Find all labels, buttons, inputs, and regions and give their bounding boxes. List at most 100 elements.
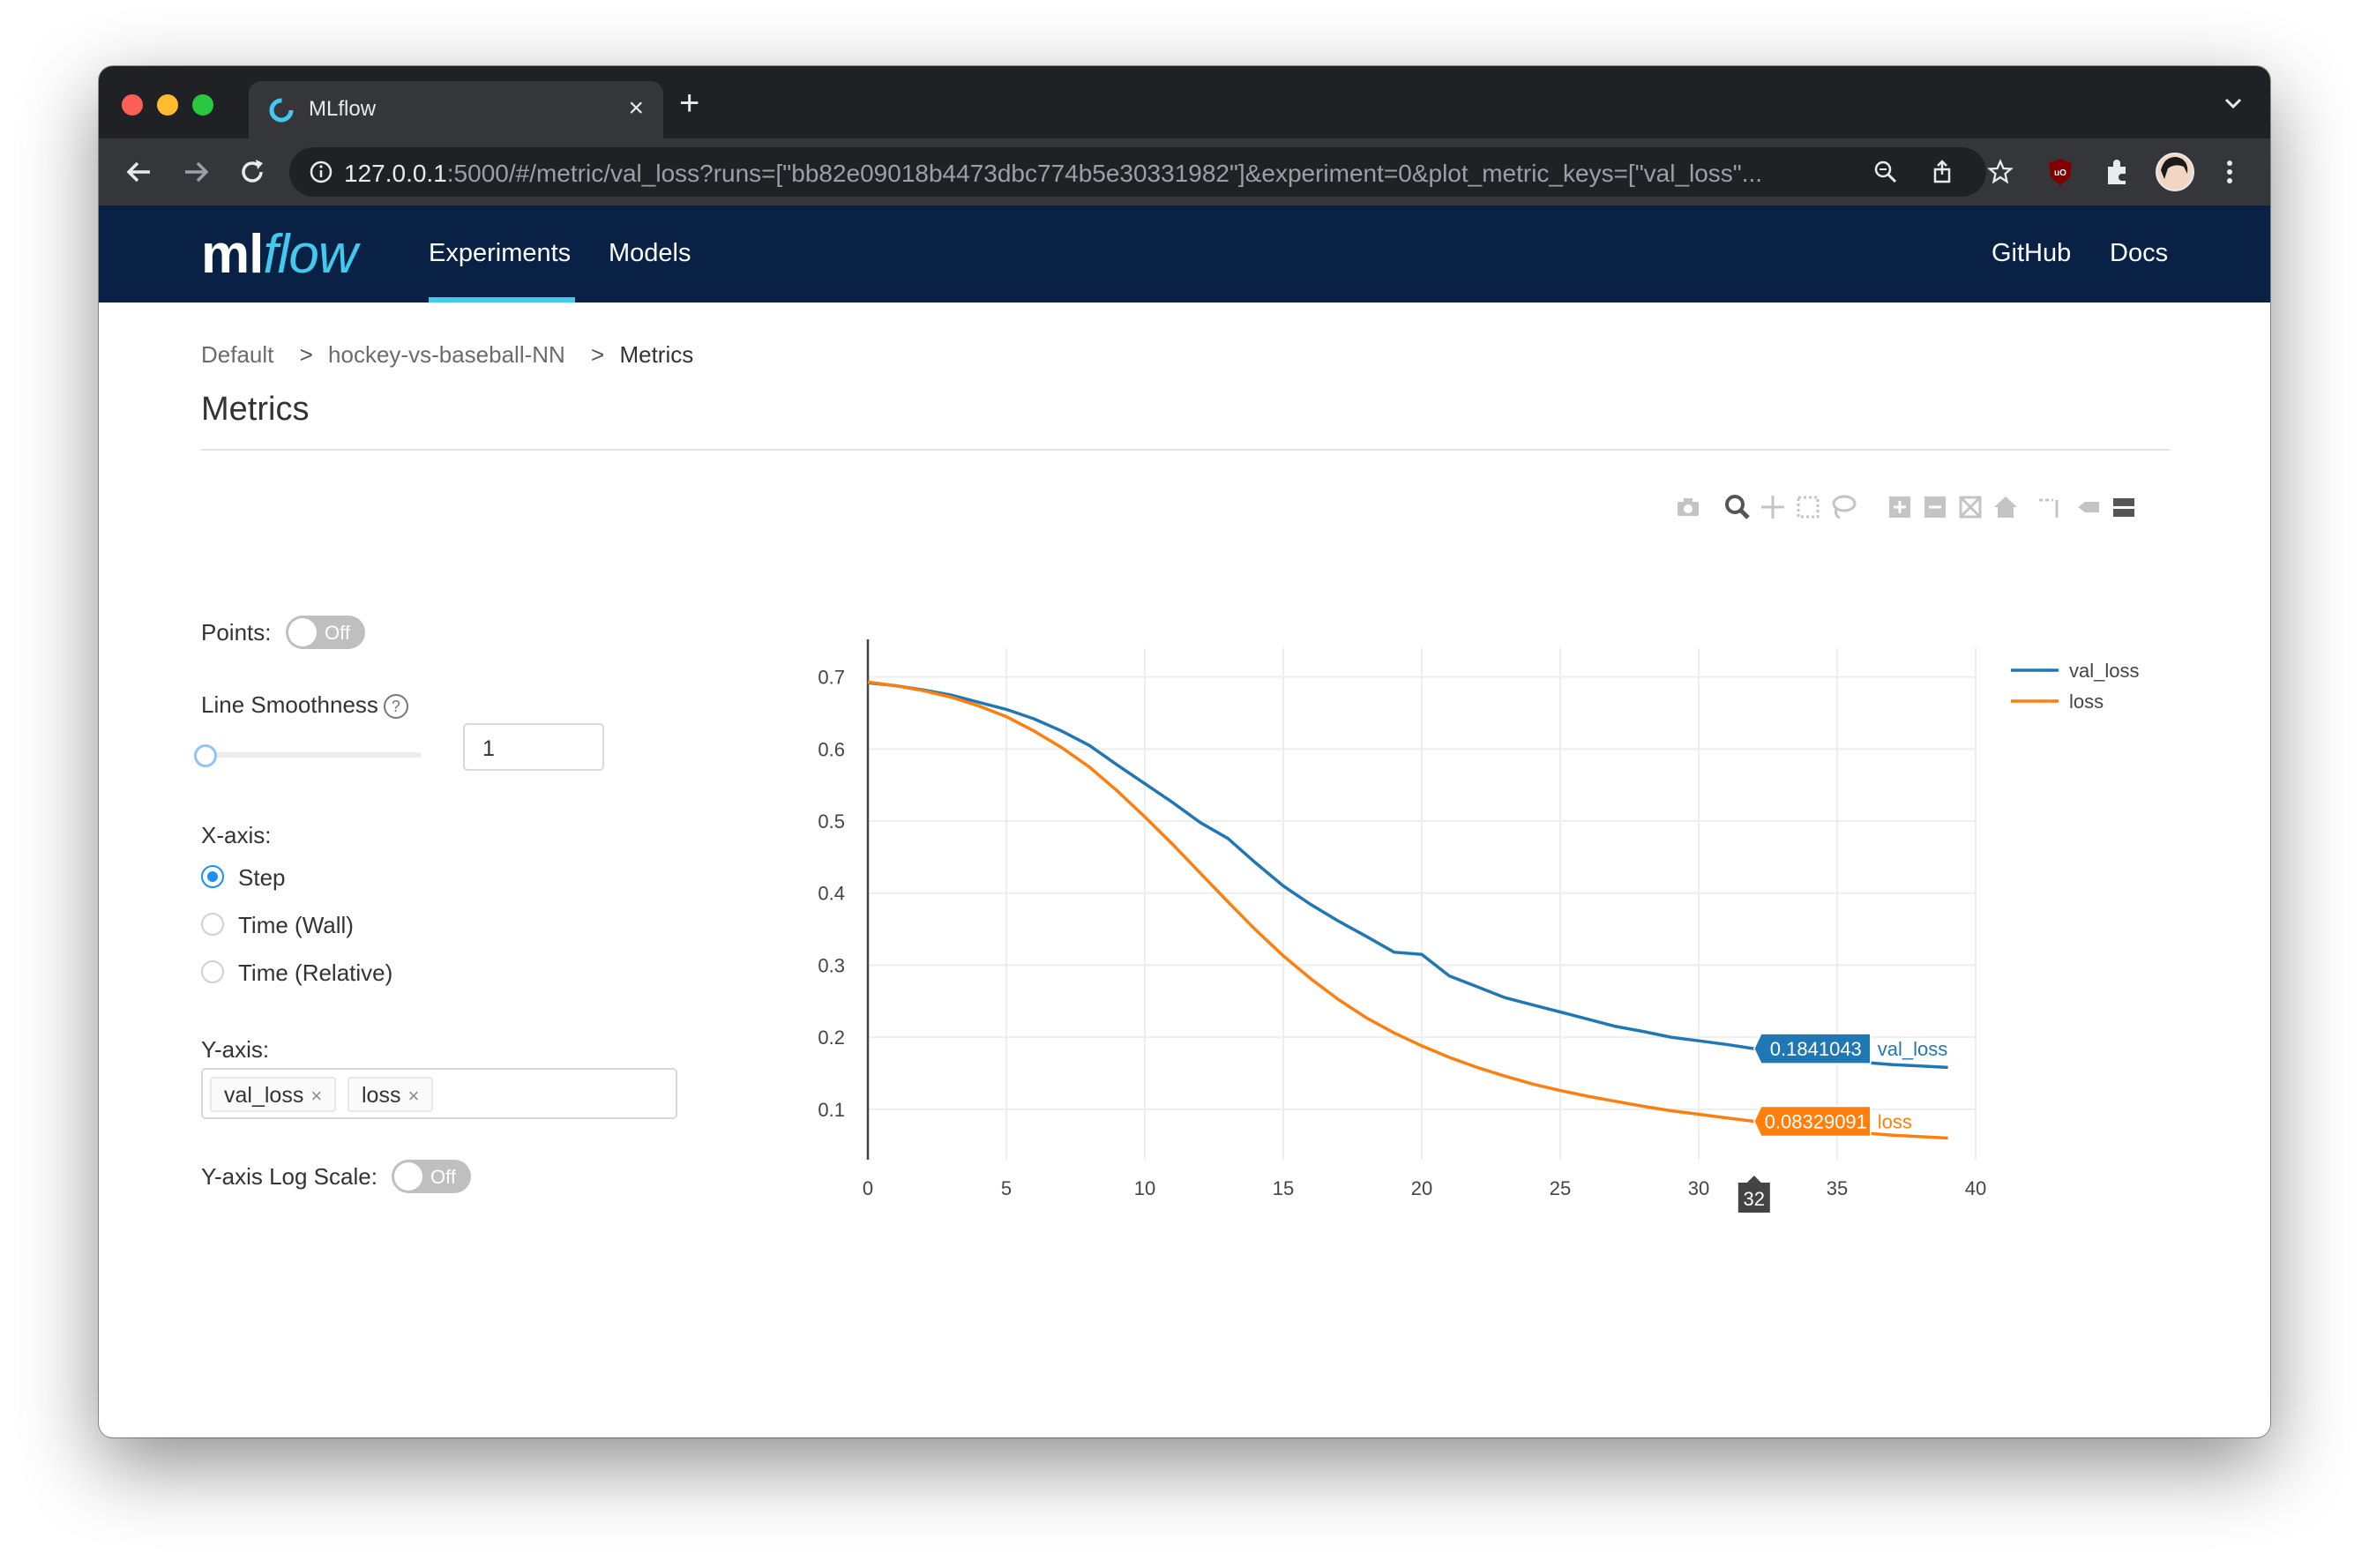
spike-lines-icon[interactable] bbox=[2036, 493, 2064, 521]
autoscale-icon[interactable] bbox=[1956, 493, 1984, 521]
new-tab-button[interactable]: + bbox=[679, 86, 699, 121]
tag-label: loss bbox=[362, 1083, 401, 1108]
page-title: Metrics bbox=[201, 391, 310, 428]
smoothness-label: Line Smoothness? bbox=[201, 691, 408, 720]
kebab-menu-icon[interactable] bbox=[2214, 156, 2246, 188]
x-tick-label: 30 bbox=[1688, 1177, 1709, 1199]
log-scale-toggle[interactable]: Off bbox=[392, 1160, 471, 1193]
y-tick-label: 0.5 bbox=[818, 810, 845, 833]
mlflow-logo[interactable]: mlflow bbox=[201, 223, 358, 286]
hover-label-series: loss bbox=[1878, 1110, 1912, 1132]
xaxis-radio-step[interactable] bbox=[201, 865, 224, 888]
x-tick-label: 20 bbox=[1411, 1177, 1432, 1199]
y-tick-label: 0.3 bbox=[818, 954, 845, 976]
close-window-button[interactable] bbox=[122, 94, 143, 116]
hover-label-box bbox=[1752, 1033, 1872, 1064]
camera-icon[interactable] bbox=[1674, 493, 1702, 521]
info-icon[interactable] bbox=[307, 158, 335, 186]
zoom-icon[interactable] bbox=[1723, 493, 1752, 521]
close-icon[interactable]: × bbox=[407, 1085, 419, 1107]
x-tick-label: 35 bbox=[1827, 1177, 1848, 1199]
log-scale-label: Y-axis Log Scale: bbox=[201, 1163, 377, 1190]
xaxis-option-step[interactable]: Step bbox=[238, 864, 286, 892]
x-tick-label: 40 bbox=[1965, 1177, 1986, 1199]
y-tick-label: 0.6 bbox=[818, 738, 845, 760]
pan-icon[interactable] bbox=[1759, 493, 1787, 521]
toggle-knob bbox=[394, 1162, 422, 1191]
xaxis-option-time-relative[interactable]: Time (Relative) bbox=[238, 959, 392, 987]
hover-x-label-box bbox=[1738, 1176, 1770, 1213]
chevron-down-icon[interactable] bbox=[2223, 93, 2244, 114]
tab-strip: MLflow × + bbox=[99, 66, 2270, 138]
breadcrumb: Default > hockey-vs-baseball-NN > Metric… bbox=[201, 341, 702, 369]
nav-docs[interactable]: Docs bbox=[2110, 239, 2168, 268]
forward-arrow-icon[interactable] bbox=[176, 153, 215, 191]
x-tick-label: 10 bbox=[1134, 1177, 1155, 1199]
tab-close-icon[interactable]: × bbox=[628, 93, 644, 123]
reset-axes-icon[interactable] bbox=[1992, 493, 2020, 521]
extensions-icon[interactable] bbox=[2101, 156, 2133, 188]
hover-label-series: val_loss bbox=[1878, 1038, 1947, 1060]
legend-label: loss bbox=[2069, 691, 2104, 713]
legend-label: val_loss bbox=[2069, 660, 2139, 682]
x-tick-label: 15 bbox=[1273, 1177, 1294, 1199]
x-tick-label: 0 bbox=[863, 1177, 873, 1199]
help-icon[interactable]: ? bbox=[383, 694, 408, 720]
zoom-out-icon[interactable] bbox=[1921, 493, 1949, 521]
y-tick-label: 0.7 bbox=[818, 667, 845, 689]
hover-compare-icon[interactable] bbox=[2110, 493, 2138, 521]
box-select-icon[interactable] bbox=[1794, 493, 1822, 521]
breadcrumb-item-metrics: Metrics bbox=[619, 341, 694, 368]
toggle-knob bbox=[288, 618, 317, 646]
breadcrumb-item-default[interactable]: Default bbox=[201, 341, 273, 368]
smoothness-input[interactable]: 1 bbox=[463, 723, 604, 771]
xaxis-radio-time-relative[interactable] bbox=[201, 960, 224, 983]
smoothness-label-text: Line Smoothness bbox=[201, 691, 378, 718]
nav-github[interactable]: GitHub bbox=[1992, 239, 2071, 268]
yaxis-tag-val-loss: val_loss × bbox=[210, 1077, 337, 1112]
nav-active-indicator bbox=[429, 297, 575, 302]
smoothness-slider[interactable] bbox=[201, 752, 422, 758]
close-icon[interactable]: × bbox=[310, 1085, 322, 1107]
reload-icon[interactable] bbox=[233, 153, 272, 191]
chevron-right-icon: > bbox=[299, 341, 313, 368]
profile-avatar[interactable] bbox=[2156, 153, 2194, 191]
yaxis-tag-loss: loss × bbox=[348, 1077, 434, 1112]
xaxis-label: X-axis: bbox=[201, 822, 272, 848]
url-path: :5000/#/metric/val_loss?runs=["bb82e0901… bbox=[446, 160, 1763, 187]
bookmark-star-icon[interactable] bbox=[1986, 158, 2014, 186]
xaxis-option-time-wall[interactable]: Time (Wall) bbox=[238, 912, 354, 939]
hover-label-box bbox=[1752, 1105, 1872, 1138]
zoom-in-icon[interactable] bbox=[1886, 493, 1914, 521]
hover-label-value: 0.08329091 bbox=[1765, 1110, 1867, 1132]
xaxis-radio-time-wall[interactable] bbox=[201, 913, 224, 936]
y-tick-label: 0.1 bbox=[818, 1099, 845, 1121]
svg-text:uO: uO bbox=[2054, 168, 2066, 178]
minimize-window-button[interactable] bbox=[157, 94, 178, 116]
yaxis-label: Y-axis: bbox=[201, 1036, 270, 1063]
logo-ml: ml bbox=[201, 224, 264, 285]
ublock-icon[interactable]: uO bbox=[2044, 156, 2076, 188]
smoothness-slider-handle[interactable] bbox=[194, 744, 217, 767]
nav-experiments[interactable]: Experiments bbox=[429, 239, 571, 268]
breadcrumb-item-experiment[interactable]: hockey-vs-baseball-NN bbox=[328, 341, 565, 368]
tab-title: MLflow bbox=[309, 97, 377, 121]
maximize-window-button[interactable] bbox=[192, 94, 213, 116]
browser-window: MLflow × + 127.0.0.1:5000/#/metric/val_l… bbox=[99, 66, 2270, 1437]
tag-label: val_loss bbox=[224, 1083, 304, 1108]
points-toggle[interactable]: Off bbox=[286, 616, 365, 649]
url-host: 127.0.0.1 bbox=[344, 160, 447, 187]
series-line-loss bbox=[867, 680, 1948, 1140]
zoom-icon[interactable] bbox=[1872, 158, 1900, 186]
browser-tab[interactable]: MLflow × bbox=[249, 81, 663, 138]
series-line-val-loss bbox=[867, 681, 1948, 1070]
mlflow-header: mlflow Experiments Models GitHub Docs bbox=[99, 205, 2270, 302]
back-arrow-icon[interactable] bbox=[120, 153, 159, 191]
share-icon[interactable] bbox=[1928, 158, 1956, 186]
nav-models[interactable]: Models bbox=[609, 239, 691, 268]
hover-closest-icon[interactable] bbox=[2074, 493, 2103, 521]
yaxis-select[interactable]: val_loss × loss × bbox=[201, 1068, 677, 1119]
lasso-icon[interactable] bbox=[1829, 493, 1857, 521]
address-bar[interactable]: 127.0.0.1:5000/#/metric/val_loss?runs=["… bbox=[289, 147, 2014, 197]
url-text[interactable]: 127.0.0.1:5000/#/metric/val_loss?runs=["… bbox=[344, 160, 1843, 188]
